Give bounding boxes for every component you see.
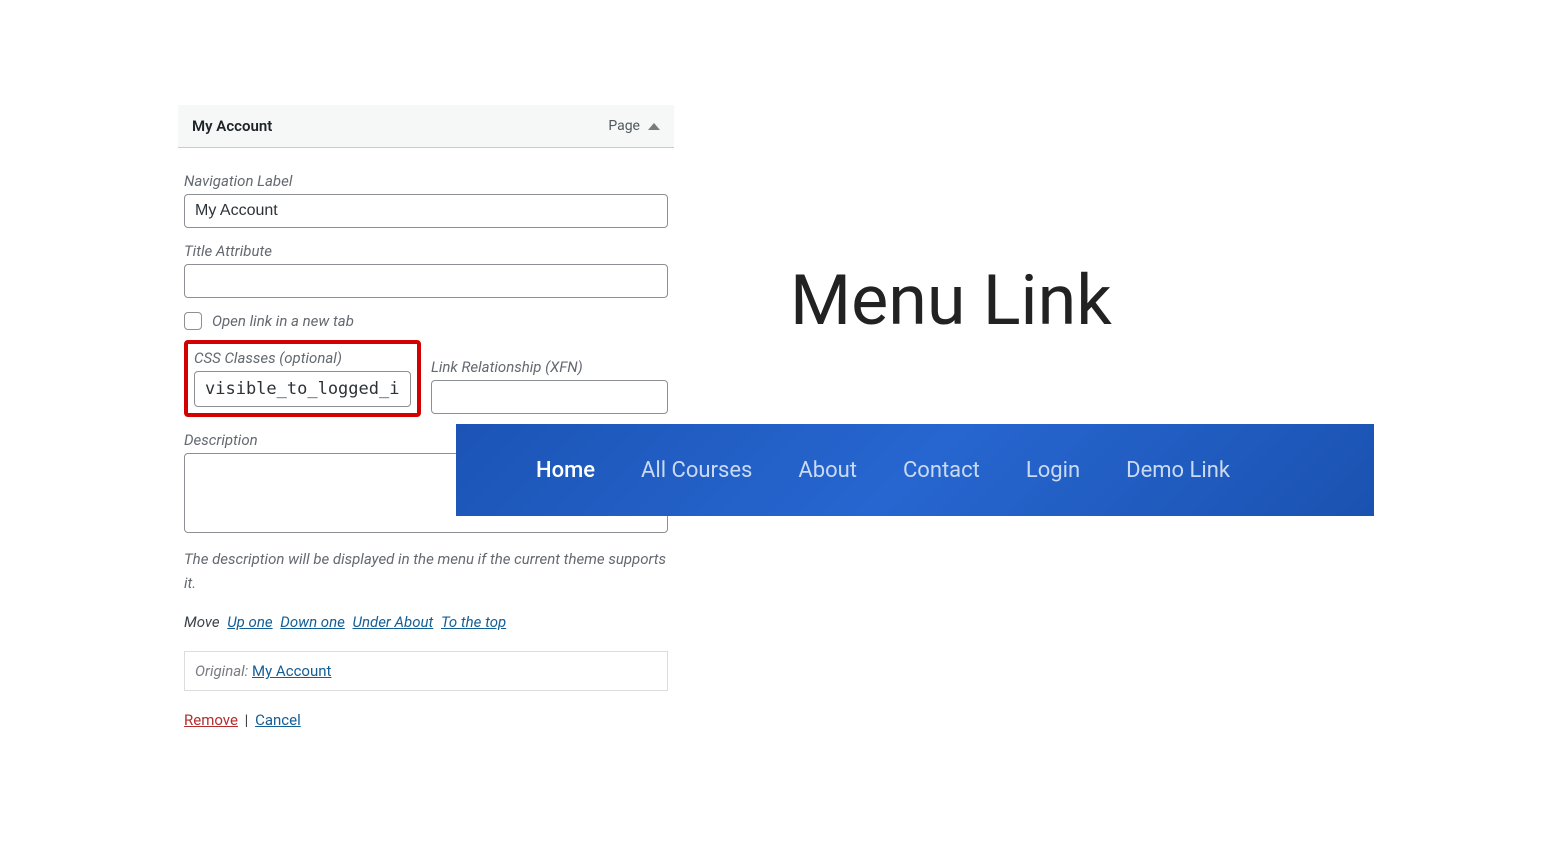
remove-link[interactable]: Remove <box>184 711 238 729</box>
navigation-label-input[interactable] <box>184 194 668 228</box>
css-xfn-row: CSS Classes (optional) Link Relationship… <box>184 344 668 417</box>
nav-item-all-courses[interactable]: All Courses <box>641 458 752 483</box>
title-attribute-input[interactable] <box>184 264 668 298</box>
separator: | <box>245 711 249 729</box>
move-down-one-link[interactable]: Down one <box>280 613 345 631</box>
panel-header-title: My Account <box>192 117 272 135</box>
css-classes-highlight: CSS Classes (optional) <box>184 340 421 417</box>
nav-item-about[interactable]: About <box>798 458 857 483</box>
link-relationship-label: Link Relationship (XFN) <box>431 358 668 376</box>
panel-header-type: Page <box>608 118 640 134</box>
css-classes-label: CSS Classes (optional) <box>194 349 411 367</box>
navigation-label-label: Navigation Label <box>184 172 668 190</box>
page-title: Menu Link <box>790 260 1112 342</box>
original-link[interactable]: My Account <box>252 662 331 680</box>
nav-bar: Home All Courses About Contact Login Demo Lin… <box>456 424 1374 516</box>
chevron-up-icon[interactable] <box>648 123 660 130</box>
panel-header[interactable]: My Account Page <box>178 105 674 148</box>
original-label: Original: <box>195 662 248 680</box>
menu-item-panel: My Account Page Navigation Label Title A… <box>178 105 674 729</box>
css-classes-input[interactable] <box>194 371 411 407</box>
description-note: The description will be displayed in the… <box>184 547 668 595</box>
remove-cancel-row: Remove | Cancel <box>184 711 668 729</box>
nav-item-contact[interactable]: Contact <box>903 458 980 483</box>
open-new-tab-label: Open link in a new tab <box>212 312 354 330</box>
link-relationship-input[interactable] <box>431 380 668 414</box>
nav-item-demo-link[interactable]: Demo Link <box>1126 458 1230 483</box>
move-row: Move Up one Down one Under About To the … <box>184 613 668 631</box>
move-up-one-link[interactable]: Up one <box>227 613 272 631</box>
open-new-tab-checkbox[interactable] <box>184 312 202 330</box>
css-classes-col: CSS Classes (optional) <box>184 344 421 417</box>
open-new-tab-row: Open link in a new tab <box>184 312 668 330</box>
title-attribute-label: Title Attribute <box>184 242 668 260</box>
nav-item-login[interactable]: Login <box>1026 458 1080 483</box>
panel-header-right: Page <box>608 118 660 134</box>
move-label: Move <box>184 613 220 631</box>
move-to-top-link[interactable]: To the top <box>441 613 506 631</box>
cancel-link[interactable]: Cancel <box>255 711 301 729</box>
link-relationship-col: Link Relationship (XFN) <box>431 344 668 417</box>
move-under-about-link[interactable]: Under About <box>353 613 434 631</box>
nav-item-home[interactable]: Home <box>536 458 595 483</box>
original-box: Original: My Account <box>184 651 668 691</box>
